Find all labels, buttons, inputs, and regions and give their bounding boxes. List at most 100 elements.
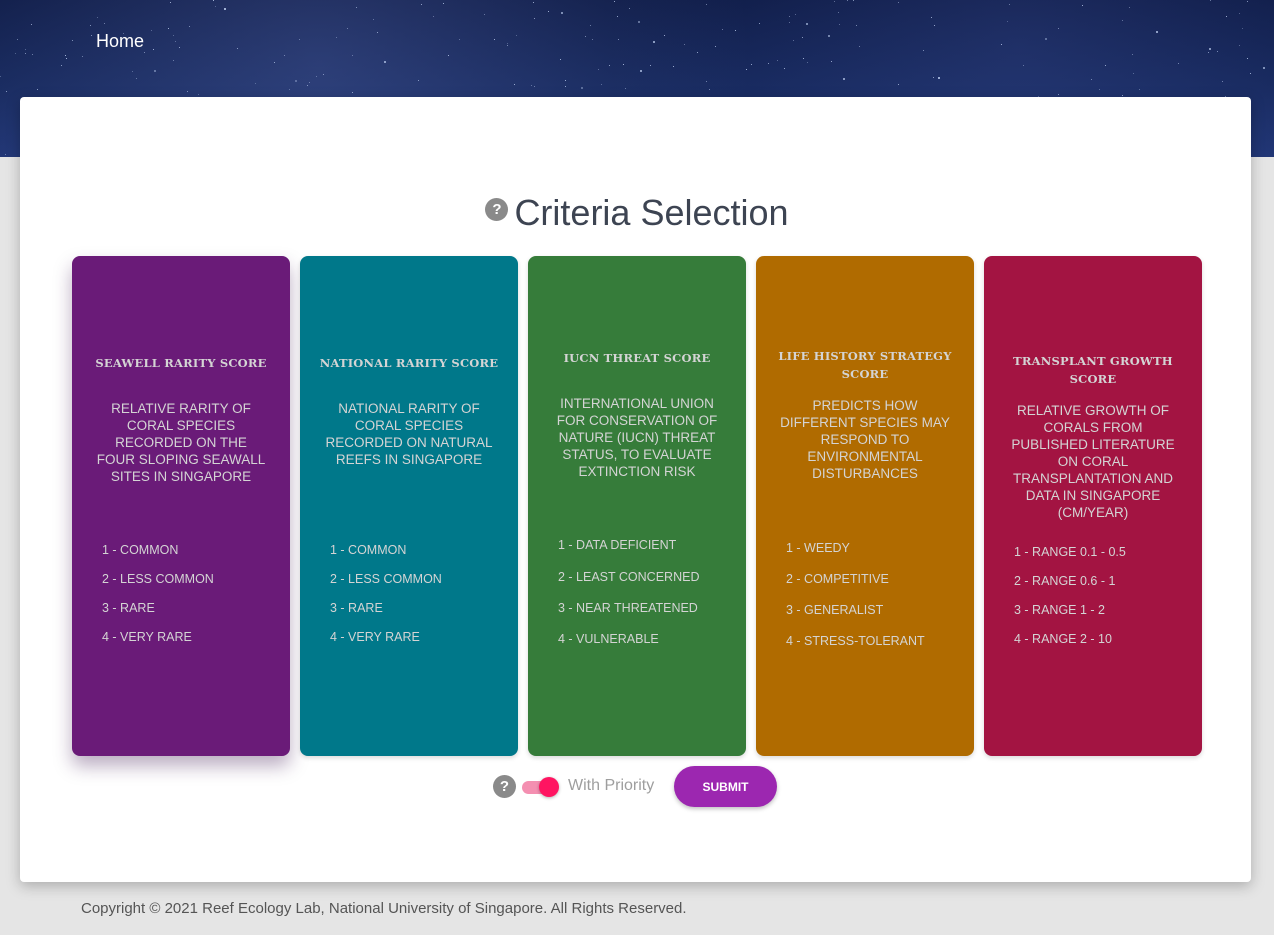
star-dot: [1058, 94, 1059, 95]
star-dot: [237, 48, 238, 49]
star-dot: [673, 66, 674, 67]
star-dot: [6, 91, 7, 92]
criteria-option: 1 - DATA DEFICIENT: [558, 538, 677, 552]
star-dot: [789, 16, 790, 17]
criteria-card-iucn-threat[interactable]: IUCN THREAT SCORE INTERNATIONAL UNION FO…: [528, 256, 746, 756]
nav-home-link[interactable]: Home: [96, 31, 144, 52]
controls-row: ? With Priority SUBMIT: [0, 766, 1274, 807]
star-dot: [592, 39, 593, 40]
criteria-card-seawall-rarity[interactable]: SEAWELL RARITY SCORE RELATIVE RARITY OF …: [72, 256, 290, 756]
criteria-option: 2 - RANGE 0.6 - 1: [1014, 574, 1116, 588]
star-dot: [1105, 65, 1106, 66]
criteria-card-title: IUCN THREAT SCORE: [563, 351, 711, 365]
star-dot: [618, 39, 619, 40]
star-dot: [601, 84, 602, 85]
star-dot: [585, 36, 586, 37]
page-title: Criteria Selection: [514, 192, 789, 233]
star-dot: [709, 89, 710, 90]
star-dot: [289, 89, 290, 90]
star-dot: [807, 62, 808, 63]
criteria-option: 4 - VERY RARE: [330, 630, 420, 644]
criteria-card-description: PREDICTS HOW DIFFERENT SPECIES MAY RESPO…: [780, 398, 950, 481]
star-dot: [284, 55, 285, 56]
star-dot: [768, 63, 769, 64]
criteria-card-description: INTERNATIONAL UNION FOR CONSERVATION OF …: [556, 396, 718, 479]
star-dot: [1263, 67, 1265, 69]
star-dot: [307, 85, 308, 86]
help-icon[interactable]: ?: [485, 198, 509, 221]
star-dot: [898, 2, 899, 3]
star-dot: [598, 69, 599, 70]
criteria-card-transplant-growth[interactable]: TRANSPLANT GROWTH SCORE RELATIVE GROWTH …: [984, 256, 1202, 756]
star-dot: [1122, 95, 1123, 96]
star-dot: [1239, 13, 1240, 14]
criteria-card-title: NATIONAL RARITY SCORE: [319, 356, 499, 370]
star-dot: [933, 77, 934, 78]
star-dot: [565, 86, 566, 87]
star-dot: [1009, 4, 1010, 5]
star-dot: [625, 88, 626, 89]
star-dot: [697, 52, 698, 53]
submit-button[interactable]: SUBMIT: [674, 766, 777, 807]
criteria-options-list: 1 - RANGE 0.1 - 0.5 2 - RANGE 0.6 - 1 3 …: [1014, 545, 1192, 661]
star-dot: [37, 89, 38, 90]
page-title-row: ? Criteria Selection: [0, 190, 1274, 236]
star-dot: [614, 1, 615, 2]
star-dot: [1209, 48, 1211, 50]
star-dot: [759, 23, 760, 24]
criteria-option: 1 - WEEDY: [786, 541, 850, 555]
star-dot: [1133, 73, 1134, 74]
star-dot: [215, 6, 216, 7]
star-dot: [1178, 63, 1179, 64]
star-dot: [1208, 52, 1209, 53]
star-dot: [91, 35, 92, 36]
star-dot: [931, 17, 932, 18]
star-dot: [1239, 45, 1240, 46]
star-dot: [352, 55, 353, 56]
star-dot: [377, 32, 378, 33]
star-dot: [534, 18, 535, 19]
star-dot: [735, 30, 736, 31]
star-dot: [443, 3, 444, 4]
star-dot: [187, 91, 188, 92]
star-dot: [153, 49, 154, 50]
star-dot: [61, 65, 62, 66]
star-dot: [175, 41, 176, 42]
star-dot: [5, 154, 6, 155]
star-dot: [1045, 38, 1047, 40]
star-dot: [715, 46, 716, 47]
star-dot: [650, 65, 651, 66]
star-dot: [609, 65, 610, 66]
criteria-card-life-history-strategy[interactable]: LIFE HISTORY STRATEGY SCORE PREDICTS HOW…: [756, 256, 974, 756]
star-dot: [151, 30, 152, 31]
star-dot: [17, 39, 18, 40]
criteria-options-list: 1 - DATA DEFICIENT 2 - LEAST CONCERNED 3…: [558, 538, 736, 661]
criteria-option: 3 - RARE: [102, 601, 155, 615]
priority-toggle-knob[interactable]: [539, 777, 559, 797]
star-dot: [856, 25, 857, 26]
star-dot: [15, 53, 16, 54]
star-dot: [90, 25, 91, 26]
star-dot: [144, 52, 145, 53]
star-dot: [373, 19, 374, 20]
criteria-option: 1 - COMMON: [330, 543, 407, 557]
star-dot: [838, 12, 839, 13]
star-dot: [706, 4, 707, 5]
criteria-card-title: LIFE HISTORY STRATEGY SCORE: [778, 349, 952, 381]
star-dot: [104, 23, 105, 24]
star-dot: [25, 49, 26, 50]
criteria-option: 1 - COMMON: [102, 543, 179, 557]
star-dot: [777, 60, 778, 61]
star-dot: [352, 92, 353, 93]
criteria-card-national-rarity[interactable]: NATIONAL RARITY SCORE NATIONAL RARITY OF…: [300, 256, 518, 756]
star-dot: [565, 80, 566, 81]
star-dot: [534, 86, 535, 87]
star-dot: [923, 50, 924, 51]
star-dot: [274, 62, 275, 63]
star-dot: [1156, 31, 1158, 33]
star-dot: [1247, 1, 1248, 2]
priority-help-icon[interactable]: ?: [493, 775, 516, 798]
star-dot: [795, 14, 796, 15]
star-dot: [561, 12, 563, 14]
star-dot: [421, 4, 422, 5]
